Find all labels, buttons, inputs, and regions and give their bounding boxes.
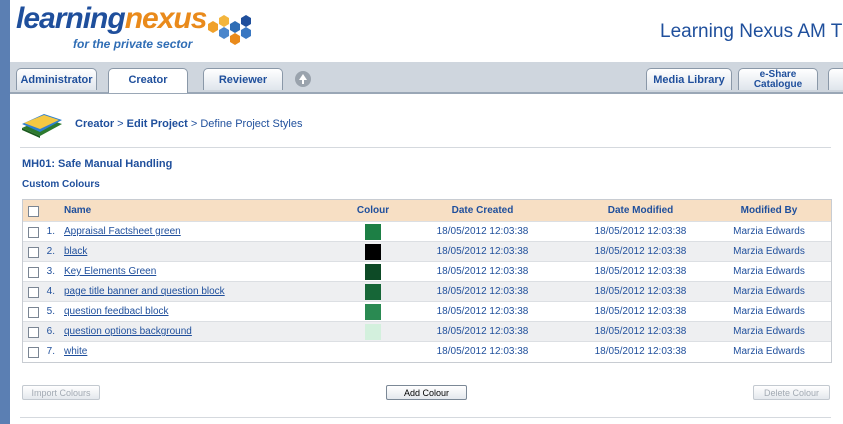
logo-wordmark: learningnexus xyxy=(16,2,207,35)
tab-administrator[interactable]: Administrator xyxy=(16,68,97,90)
date-modified: 18/05/2012 12:03:38 xyxy=(594,306,687,317)
colours-table: Name Colour Date Created Date Modified M… xyxy=(22,199,832,363)
tab-eshare-catalogue[interactable]: e-Share Catalogue xyxy=(738,68,818,90)
row-number: 5. xyxy=(46,306,55,317)
tab-media-library[interactable]: Media Library xyxy=(646,68,732,90)
modified-by-link[interactable]: Marzia Edwards xyxy=(713,262,825,282)
project-title: MH01: Safe Manual Handling xyxy=(22,158,173,170)
row-number: 1. xyxy=(46,226,55,237)
colour-name-link[interactable]: Key Elements Green xyxy=(64,262,156,282)
tab-strip: Administrator Creator Reviewer Media Lib… xyxy=(10,62,843,94)
table-row: 4. page title banner and question block 18… xyxy=(23,282,831,302)
breadcrumb-separator: > xyxy=(187,118,201,130)
tab-reviewer[interactable]: Reviewer xyxy=(203,68,283,90)
colour-name-link[interactable]: page title banner and question block xyxy=(64,282,225,302)
date-created: 18/05/2012 12:03:38 xyxy=(436,306,529,317)
table-row: 5. question feedbacl block 18/05/2012 12:0… xyxy=(23,302,831,322)
modified-by-link[interactable]: Marzia Edwards xyxy=(713,282,825,302)
table-row: 6. question options background 18/05/2012 … xyxy=(23,322,831,342)
header-colour[interactable]: Colour xyxy=(346,200,400,222)
colour-name-link[interactable]: white xyxy=(64,342,87,362)
row-checkbox[interactable] xyxy=(28,247,39,258)
table-row: 1. Appraisal Factsheet green 18/05/2012 12… xyxy=(23,222,831,242)
table-header-row: Name Colour Date Created Date Modified M… xyxy=(23,200,831,222)
row-number: 3. xyxy=(46,266,55,277)
date-modified: 18/05/2012 12:03:38 xyxy=(594,266,687,277)
date-modified: 18/05/2012 12:03:38 xyxy=(594,286,687,297)
colour-swatch xyxy=(365,284,381,300)
hexagon-cluster-icon xyxy=(208,15,251,45)
row-number: 6. xyxy=(46,326,55,337)
colour-swatch xyxy=(365,244,381,260)
date-modified: 18/05/2012 12:03:38 xyxy=(594,246,687,257)
row-checkbox[interactable] xyxy=(28,227,39,238)
colour-swatch xyxy=(365,264,381,280)
tab-overflow[interactable] xyxy=(828,68,843,90)
breadcrumb-text: Creator > Edit Project > Define Project … xyxy=(75,118,302,130)
row-checkbox[interactable] xyxy=(28,327,39,338)
breadcrumb-edit-project[interactable]: Edit Project xyxy=(127,118,188,130)
date-modified: 18/05/2012 12:03:38 xyxy=(594,226,687,237)
date-modified: 18/05/2012 12:03:38 xyxy=(594,326,687,337)
modified-by-link[interactable]: Marzia Edwards xyxy=(713,302,825,322)
colour-name-link[interactable]: Appraisal Factsheet green xyxy=(64,222,181,242)
modified-by-link[interactable]: Marzia Edwards xyxy=(713,322,825,342)
left-frame-bar xyxy=(0,0,10,424)
colour-swatch xyxy=(365,344,381,360)
date-created: 18/05/2012 12:03:38 xyxy=(436,226,529,237)
row-number: 4. xyxy=(46,286,55,297)
up-arrow-circle-icon[interactable] xyxy=(295,71,311,87)
tab-eshare-line2: Catalogue xyxy=(753,79,803,90)
table-body: 1. Appraisal Factsheet green 18/05/2012 12… xyxy=(23,222,831,362)
page: learningnexus for the private sector Lea… xyxy=(10,0,843,424)
header-date-modified[interactable]: Date Modified xyxy=(578,200,703,222)
modified-by-link[interactable]: Marzia Edwards xyxy=(713,242,825,262)
table-row: 3. Key Elements Green 18/05/2012 12:03:38 1… xyxy=(23,262,831,282)
date-created: 18/05/2012 12:03:38 xyxy=(436,326,529,337)
date-modified: 18/05/2012 12:03:38 xyxy=(594,346,687,357)
tab-creator[interactable]: Creator xyxy=(108,68,188,93)
breadcrumb-separator: > xyxy=(114,118,127,130)
date-created: 18/05/2012 12:03:38 xyxy=(436,266,529,277)
table-row: 7. white 18/05/2012 12:03:38 18/05/2012 12:… xyxy=(23,342,831,362)
logo-tagline: for the private sector xyxy=(73,37,193,51)
row-checkbox[interactable] xyxy=(28,287,39,298)
header-modified-by[interactable]: Modified By xyxy=(713,200,825,222)
breadcrumb-current: Define Project Styles xyxy=(200,118,303,130)
modified-by-link[interactable]: Marzia Edwards xyxy=(713,222,825,242)
table-row: 2. black 18/05/2012 12:03:38 18/05/2012 12:… xyxy=(23,242,831,262)
header-name[interactable]: Name xyxy=(64,200,91,222)
date-created: 18/05/2012 12:03:38 xyxy=(436,246,529,257)
row-checkbox[interactable] xyxy=(28,307,39,318)
divider xyxy=(20,417,831,418)
delete-colour-button[interactable]: Delete Colour xyxy=(753,385,830,400)
select-all-checkbox[interactable] xyxy=(28,206,39,217)
row-number: 7. xyxy=(46,346,55,357)
add-colour-button[interactable]: Add Colour xyxy=(386,385,467,400)
colour-swatch xyxy=(365,224,381,240)
row-number: 2. xyxy=(46,246,55,257)
header-date-created[interactable]: Date Created xyxy=(420,200,545,222)
row-checkbox[interactable] xyxy=(28,347,39,358)
colour-name-link[interactable]: black xyxy=(64,242,87,262)
divider xyxy=(20,147,831,148)
import-colours-button[interactable]: Import Colours xyxy=(22,385,100,400)
book-stack-icon xyxy=(22,114,62,138)
logo[interactable]: learningnexus for the private sector xyxy=(16,2,256,58)
date-created: 18/05/2012 12:03:38 xyxy=(436,286,529,297)
breadcrumb-creator[interactable]: Creator xyxy=(75,118,114,130)
date-created: 18/05/2012 12:03:38 xyxy=(436,346,529,357)
app-title: Learning Nexus AM T xyxy=(660,21,843,42)
colour-name-link[interactable]: question options background xyxy=(64,322,192,342)
section-title: Custom Colours xyxy=(22,179,100,190)
header: learningnexus for the private sector Lea… xyxy=(10,0,843,62)
colour-name-link[interactable]: question feedbacl block xyxy=(64,302,169,322)
modified-by-link[interactable]: Marzia Edwards xyxy=(713,342,825,362)
row-checkbox[interactable] xyxy=(28,267,39,278)
colour-swatch xyxy=(365,304,381,320)
colour-swatch xyxy=(365,324,381,340)
